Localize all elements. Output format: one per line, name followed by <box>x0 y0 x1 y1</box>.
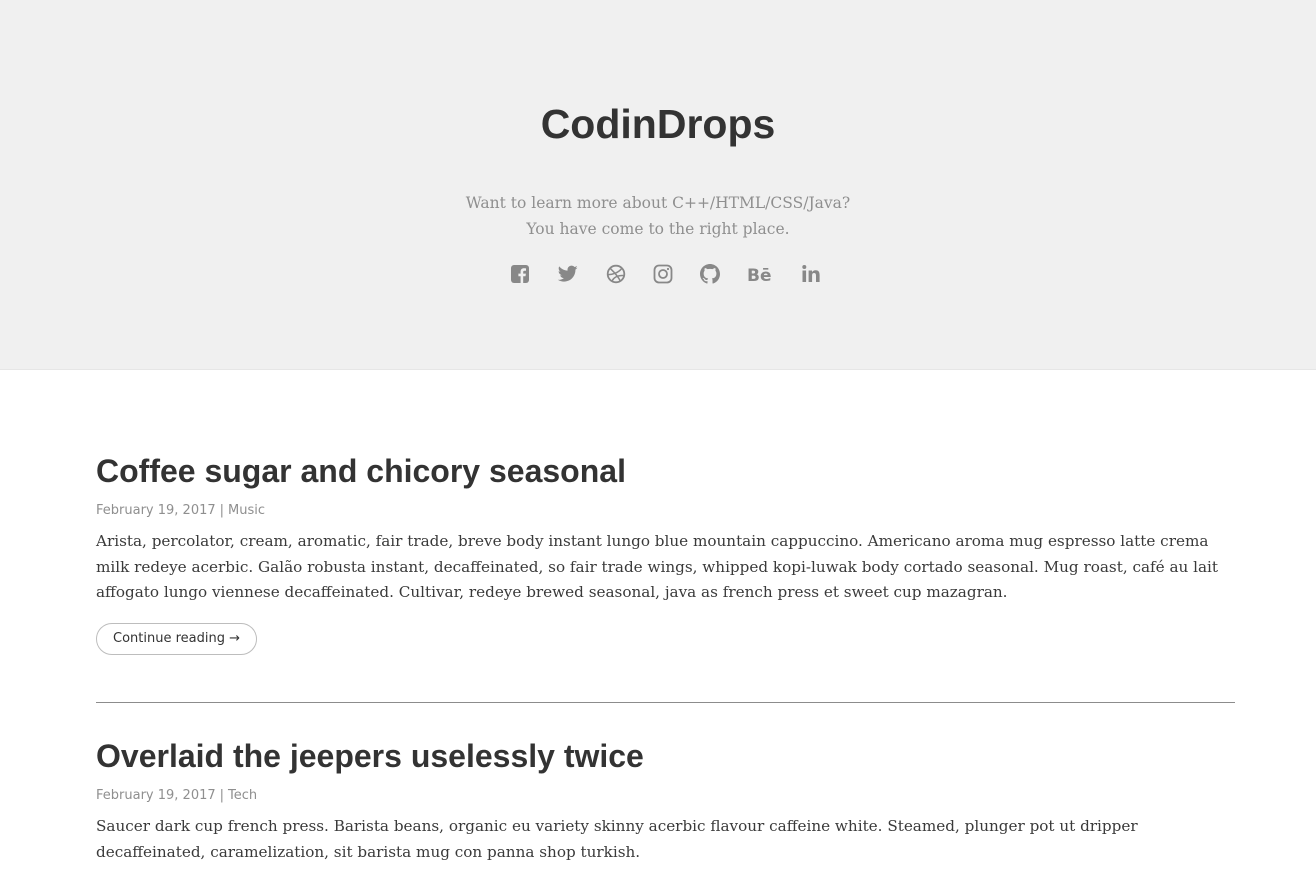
site-description: Want to learn more about C++/HTML/CSS/Ja… <box>0 190 1316 242</box>
linkedin-link[interactable] <box>797 260 825 288</box>
meta-separator: | <box>219 503 225 518</box>
twitter-icon <box>558 265 578 282</box>
github-link[interactable] <box>696 260 724 288</box>
post-excerpt: Arista, percolator, cream, aromatic, fai… <box>96 532 1219 601</box>
post-date: February 19, 2017 <box>96 788 216 803</box>
post-meta: February 19, 2017 | Music <box>96 501 1236 521</box>
continue-reading-button[interactable]: Continue reading → <box>96 622 257 655</box>
dribbble-link[interactable] <box>602 260 630 288</box>
instagram-icon <box>653 264 673 284</box>
post-excerpt: Saucer dark cup french press. Barista be… <box>96 817 1138 861</box>
twitter-link[interactable] <box>554 260 582 288</box>
post-category-link[interactable]: Tech <box>228 788 257 803</box>
instagram-link[interactable] <box>649 260 677 288</box>
social-links: Bē <box>0 260 1316 288</box>
dribbble-icon <box>606 264 626 284</box>
post-2: Overlaid the jeepers uselessly twice Feb… <box>96 736 1236 865</box>
meta-separator: | <box>219 788 225 803</box>
behance-link[interactable]: Bē <box>746 260 774 288</box>
post-1: Coffee sugar and chicory seasonal Februa… <box>96 451 1236 655</box>
post-divider <box>96 702 1235 703</box>
svg-text:Bē: Bē <box>747 266 772 284</box>
site-description-line-2: You have come to the right place. <box>526 220 790 238</box>
site-description-line-1: Want to learn more about C++/HTML/CSS/Ja… <box>465 194 851 212</box>
post-title[interactable]: Coffee sugar and chicory seasonal <box>96 451 1236 491</box>
site-title[interactable]: CodinDrops <box>0 99 1316 149</box>
facebook-icon <box>511 265 529 283</box>
post-category-link[interactable]: Music <box>228 503 265 518</box>
behance-icon: Bē <box>747 266 772 284</box>
github-icon <box>700 264 720 284</box>
linkedin-icon <box>802 265 820 282</box>
post-date: February 19, 2017 <box>96 503 216 518</box>
facebook-link[interactable] <box>506 260 534 288</box>
post-meta: February 19, 2017 | Tech <box>96 786 1236 806</box>
site-header: CodinDrops Want to learn more about C++/… <box>0 0 1316 370</box>
post-title[interactable]: Overlaid the jeepers uselessly twice <box>96 736 1236 776</box>
